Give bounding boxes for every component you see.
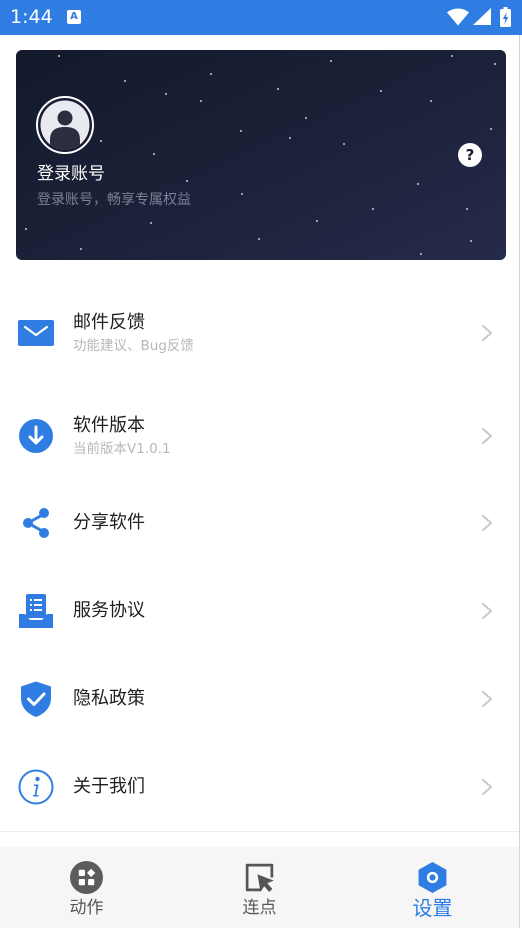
star [430,100,432,102]
nav-label: 设置 [412,896,453,920]
menu-text: 分享软件 [73,479,145,567]
star [289,137,291,139]
info-icon [18,769,54,805]
star [470,240,472,242]
menu-text: 隐私政策 [73,655,145,743]
menu-item-privacy-policy[interactable]: 隐私政策 [0,655,519,743]
star [466,208,468,210]
wifi-icon [447,8,469,26]
star [58,55,60,57]
window-edge [519,35,520,928]
menu-title: 邮件反馈 [73,311,145,333]
star [241,193,243,195]
nav-label: 动作 [69,898,104,918]
star [420,253,422,255]
star [330,60,332,62]
user-avatar-icon [36,96,94,154]
star [150,222,152,224]
star [153,153,155,155]
star [451,55,453,57]
mail-icon [18,320,54,346]
menu-text: 软件版本 当前版本V1.0.1 [73,392,171,480]
star [277,88,279,90]
click-cursor-icon [245,863,274,892]
menu-text: 服务协议 [73,567,145,655]
menu-title: 隐私政策 [73,688,145,709]
nav-label: 连点 [242,898,277,918]
menu-title: 分享软件 [73,512,145,533]
star [80,248,82,250]
shield-check-icon [21,681,51,717]
status-bar: 1:44 A [0,0,522,35]
download-icon [19,419,53,453]
actions-icon [70,861,103,894]
star [240,130,242,132]
star [380,90,382,92]
star [372,208,374,210]
login-title[interactable]: 登录账号 [37,163,105,185]
menu-subtitle: 当前版本V1.0.1 [73,440,171,457]
settings-hexagon-icon [418,862,447,893]
chevron-right-icon [482,325,492,341]
signal-icon [473,8,491,25]
star [25,228,27,230]
chevron-right-icon [482,691,492,707]
menu-text: 邮件反馈 功能建议、Bug反馈 [73,289,194,377]
star [494,63,496,65]
list-divider [0,831,519,832]
star [100,140,102,142]
star [305,117,307,119]
menu-title: 服务协议 [73,600,145,621]
star [210,73,212,75]
bottom-nav: 动作 连点 设置 [0,847,519,928]
chevron-right-icon [482,779,492,795]
document-icon [19,594,53,628]
account-card[interactable]: 登录账号 登录账号，畅享专属权益 ? [16,50,506,260]
login-subtitle: 登录账号，畅享专属权益 [37,192,191,208]
status-time: 1:44 [10,6,53,28]
menu-item-about-us[interactable]: 关于我们 [0,743,519,831]
nav-tab-auto-click[interactable]: 连点 [173,847,346,928]
star [165,93,167,95]
share-icon [23,508,49,538]
star [490,128,492,130]
menu-item-email-feedback[interactable]: 邮件反馈 功能建议、Bug反馈 [0,289,519,377]
help-button[interactable]: ? [458,143,482,167]
star [258,238,260,240]
menu-subtitle: 功能建议、Bug反馈 [73,337,194,354]
menu-title: 软件版本 [73,414,145,436]
star [124,80,126,82]
nav-tab-settings[interactable]: 设置 [346,847,519,928]
settings-screen: 1:44 A 登录账号 登录账号，畅享专属权益 ? 邮件反馈 功能建议、Bug反… [0,0,522,928]
avatar[interactable] [36,96,94,154]
nav-tab-actions[interactable]: 动作 [0,847,173,928]
menu-text: 关于我们 [73,743,145,831]
chevron-right-icon [482,515,492,531]
star [200,100,202,102]
menu-item-version[interactable]: 软件版本 当前版本V1.0.1 [0,392,519,480]
menu-title: 关于我们 [73,776,145,797]
menu-item-share[interactable]: 分享软件 [0,479,519,567]
star [417,183,419,185]
notification-a-icon: A [67,10,81,24]
battery-charging-icon [500,7,511,27]
star [343,143,345,145]
chevron-right-icon [482,428,492,444]
menu-item-service-agreement[interactable]: 服务协议 [0,567,519,655]
star [316,220,318,222]
star [186,180,188,182]
chevron-right-icon [482,603,492,619]
